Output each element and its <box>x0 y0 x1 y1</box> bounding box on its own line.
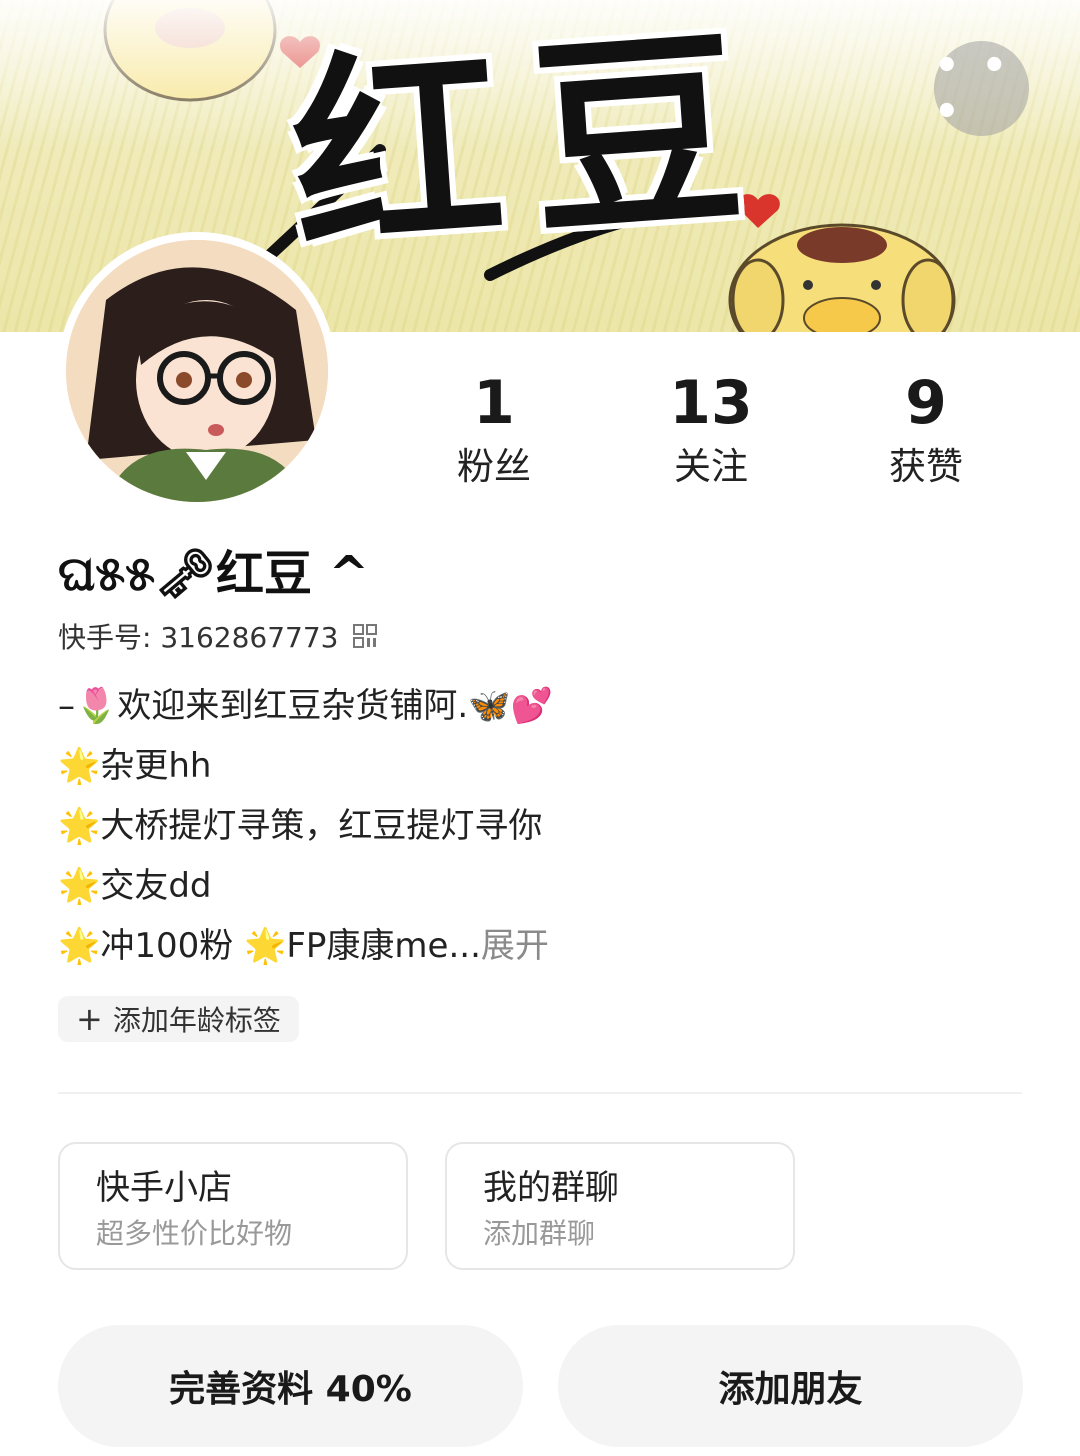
likes-label: 获赞 <box>889 445 963 488</box>
group-chat-card[interactable]: 我的群聊 添加群聊 <box>445 1142 795 1270</box>
profile-bio: –🌷欢迎来到红豆杂货铺阿.🦋💕 🌟杂更hh 🌟大桥提灯寻策，红豆提灯寻你 🌟交友… <box>58 676 1018 976</box>
card-title: 我的群聊 <box>483 1168 619 1208</box>
avatar-illustration <box>66 240 328 502</box>
banner-title: 红豆 <box>283 2 781 283</box>
bio-line-last: 🌟冲100粉 🌟FP康康me...展开 <box>58 916 1018 976</box>
section-divider <box>58 1092 1022 1094</box>
card-subtitle: 超多性价比好物 <box>96 1217 293 1250</box>
add-age-tag-button[interactable]: + 添加年龄标签 <box>58 996 299 1042</box>
bio-line: –🌷欢迎来到红豆杂货铺阿.🦋💕 <box>58 686 553 726</box>
bio-line: 🌟大桥提灯寻策，红豆提灯寻你 <box>58 806 543 846</box>
more-dots-icon: • • • <box>934 42 1012 135</box>
bio-expand-link[interactable]: 展开 <box>481 926 549 966</box>
bio-line: 🌟杂更hh <box>58 746 212 786</box>
bio-line: 🌟交友dd <box>58 866 212 906</box>
complete-profile-button[interactable]: 完善资料 40% <box>58 1325 523 1447</box>
kuaishou-id: 快手号: 3162867773 <box>58 621 339 654</box>
stat-followers[interactable]: 1 粉丝 <box>394 368 594 492</box>
stat-following[interactable]: 13 关注 <box>611 368 811 492</box>
bio-line-text: 🌟冲100粉 🌟FP康康me... <box>58 926 481 966</box>
stat-likes[interactable]: 9 获赞 <box>826 368 1026 492</box>
kuaishou-shop-card[interactable]: 快手小店 超多性价比好物 <box>58 1142 408 1270</box>
profile-nickname: ଘ୫୫🗝红豆 ^ <box>58 546 369 602</box>
more-options-button[interactable]: • • • <box>934 41 1029 136</box>
qr-code-icon[interactable] <box>352 623 378 649</box>
kuaishou-id-row[interactable]: 快手号: 3162867773 <box>58 616 378 656</box>
following-count: 13 <box>669 368 753 438</box>
avatar[interactable] <box>58 232 336 510</box>
avatar-image <box>66 240 328 502</box>
likes-count: 9 <box>905 368 947 438</box>
plus-icon: + <box>76 1000 103 1038</box>
card-subtitle: 添加群聊 <box>483 1217 596 1250</box>
followers-count: 1 <box>473 368 515 438</box>
add-age-tag-label: 添加年龄标签 <box>112 1004 281 1037</box>
following-label: 关注 <box>674 445 748 488</box>
followers-label: 粉丝 <box>457 445 531 488</box>
card-title: 快手小店 <box>96 1168 232 1208</box>
add-friend-button[interactable]: 添加朋友 <box>558 1325 1023 1447</box>
